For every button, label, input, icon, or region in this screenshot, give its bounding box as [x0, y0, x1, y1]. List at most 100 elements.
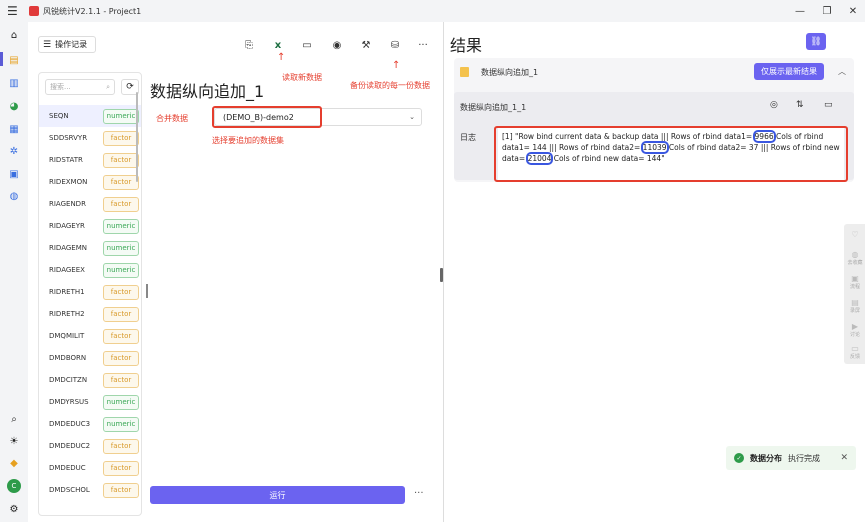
variable-row[interactable]: SDDSRVYR factor [39, 127, 141, 149]
close-icon[interactable]: ✕ [840, 453, 848, 463]
variable-row[interactable]: DMDEDUC2 factor [39, 435, 141, 457]
chevron-up-icon[interactable]: ︿ [838, 66, 846, 77]
link-button[interactable]: ⛓ [806, 33, 826, 50]
variable-row[interactable]: RIDAGEMN numeric [39, 237, 141, 259]
check-icon: ✓ [734, 453, 744, 463]
variable-row[interactable]: RIDAGEEX numeric [39, 259, 141, 281]
variable-type-badge: numeric [103, 108, 139, 124]
variable-row[interactable]: DMDBORN factor [39, 347, 141, 369]
variable-type-badge: numeric [103, 240, 139, 256]
variable-name: RIDRETH2 [49, 310, 85, 318]
variable-name: DMDSCHOL [49, 486, 90, 494]
variable-row[interactable]: RIDRETH1 factor [39, 281, 141, 303]
favorite-icon[interactable]: ♡ [844, 230, 865, 239]
left-nav: ⌂ ▤ ▥ ◕ ▦ ✲ ▣ ◍ ⌕ ☀ ◆ C ⚙ [0, 22, 28, 522]
sort-icon[interactable]: ⇅ [796, 100, 804, 110]
excel-icon[interactable]: x [271, 38, 285, 52]
pie-icon[interactable]: ◕ [7, 99, 21, 113]
log-highlight-box [494, 126, 848, 182]
variable-row[interactable]: RIDRETH2 factor [39, 303, 141, 325]
table-icon[interactable]: ▦ [7, 122, 21, 136]
hamburger-menu-icon[interactable]: ☰ [7, 4, 21, 18]
variable-row[interactable]: DMDSCHOL factor [39, 479, 141, 501]
float-item[interactable]: ▭ 反馈 [844, 344, 865, 360]
run-button[interactable]: 运行 [150, 486, 405, 504]
variable-type-badge: factor [103, 372, 139, 388]
annotation-highlight-box [212, 106, 322, 128]
report-icon[interactable]: ▣ [7, 167, 21, 181]
toast-title: 数据分布 [750, 453, 782, 463]
home-icon[interactable]: ⌂ [7, 28, 21, 42]
variable-row[interactable]: DMQMILIT factor [39, 325, 141, 347]
float-item[interactable]: ◍ 去收藏 [844, 250, 865, 266]
variable-type-badge: factor [103, 460, 139, 476]
float-item[interactable]: ▣ 流程 [844, 274, 865, 290]
chart-icon[interactable]: ▥ [7, 76, 21, 90]
variable-name: DMDEDUC [49, 464, 86, 472]
result-card: 数据纵向追加_1 仅展示最新结果 ︿ 数据纵向追加_1_1 ◎ ⇅ ▭ 日志 [… [454, 58, 854, 182]
operation-log-button[interactable]: ☰ 操作记录 [38, 36, 96, 53]
hide-icon[interactable]: ◎ [770, 100, 778, 110]
annotation-read-new: 读取新数据 [282, 73, 322, 82]
tools-icon[interactable]: ⚒ [359, 38, 373, 52]
globe-icon[interactable]: ◍ [7, 189, 21, 203]
result-detail: 数据纵向追加_1_1 ◎ ⇅ ▭ 日志 [1] "Row bind curren… [454, 92, 854, 182]
theme-icon[interactable]: ☀ [7, 434, 21, 448]
variable-type-badge: numeric [103, 394, 139, 410]
minimize-button[interactable]: — [785, 0, 815, 22]
float-item[interactable]: ▶ 讨论 [844, 322, 865, 338]
database-icon[interactable]: ⛁ [388, 38, 402, 52]
variable-row[interactable]: RIAGENDR factor [39, 193, 141, 215]
more-icon[interactable]: ··· [416, 38, 430, 52]
variable-type-badge: factor [103, 482, 139, 498]
folder-icon[interactable]: ▭ [824, 100, 833, 110]
variable-name: DMQMILIT [49, 332, 85, 340]
user-avatar[interactable]: C [7, 479, 21, 493]
float-item-label: 录屏 [849, 308, 860, 314]
variable-search-input[interactable]: 搜索... ⌕ [45, 79, 115, 95]
toast-message: 执行完成 [788, 453, 820, 463]
latest-only-button[interactable]: 仅展示最新结果 [754, 63, 824, 80]
variable-name: DMDBORN [49, 354, 87, 362]
variable-row[interactable]: DMDCITZN factor [39, 369, 141, 391]
variable-row[interactable]: SEQN numeric [39, 105, 141, 127]
variable-name: SEQN [49, 112, 69, 120]
annotation-backup: 备份读取的每一份数据 [350, 81, 430, 90]
import-icon[interactable]: ⎘ [242, 38, 256, 52]
variable-name: RIDSTATR [49, 156, 83, 164]
save-icon[interactable]: ▭ [300, 38, 314, 52]
data-icon[interactable]: ▤ [7, 53, 21, 67]
find-icon[interactable]: ◉ [330, 38, 344, 52]
search-icon[interactable]: ⌕ [7, 412, 21, 426]
toast-notification: ✓ 数据分布 执行完成 ✕ [726, 446, 856, 470]
float-item[interactable]: ▤ 录屏 [844, 298, 865, 314]
variable-row[interactable]: RIDAGEYR numeric [39, 215, 141, 237]
title-bar: ☰ 风锐统计V2.1.1 - Project1 [0, 0, 865, 22]
variable-row[interactable]: RIDEXMON factor [39, 171, 141, 193]
variable-name: RIDAGEEX [49, 266, 85, 274]
variable-type-badge: numeric [103, 416, 139, 432]
variable-name: RIDEXMON [49, 178, 88, 186]
variable-type-badge: factor [103, 438, 139, 454]
variable-name: DMDCITZN [49, 376, 88, 384]
annotation-arrow-icon: ↑ [277, 52, 286, 63]
main-panel: ☰ 操作记录 ⎘ x ▭ ◉ ⚒ ⛁ ··· ↑ 读取新数据 ↑ 备份读取的每一… [28, 22, 443, 522]
variable-row[interactable]: DMDEDUC factor [39, 457, 141, 479]
settings-icon[interactable]: ⚙ [7, 502, 21, 516]
merge-data-label: 合并数据 [156, 114, 188, 123]
run-more-icon[interactable]: ··· [414, 488, 424, 499]
variable-row[interactable]: DMDEDUC3 numeric [39, 413, 141, 435]
close-button[interactable]: ✕ [838, 0, 865, 22]
variable-scrollbar[interactable] [136, 92, 138, 182]
variable-row[interactable]: RIDSTATR factor [39, 149, 141, 171]
page-title: 数据纵向追加_1 [150, 82, 265, 101]
variable-name: DMDEDUC3 [49, 420, 91, 428]
vip-icon[interactable]: ◆ [7, 456, 21, 470]
variable-name: RIDRETH1 [49, 288, 85, 296]
variable-name: DMDEDUC2 [49, 442, 91, 450]
model-icon[interactable]: ✲ [7, 144, 21, 158]
chevron-down-icon: ⌄ [409, 113, 415, 121]
variable-row[interactable]: DMDYRSUS numeric [39, 391, 141, 413]
window-title: 风锐统计V2.1.1 - Project1 [43, 6, 142, 16]
panel-resize-handle[interactable] [146, 284, 148, 298]
